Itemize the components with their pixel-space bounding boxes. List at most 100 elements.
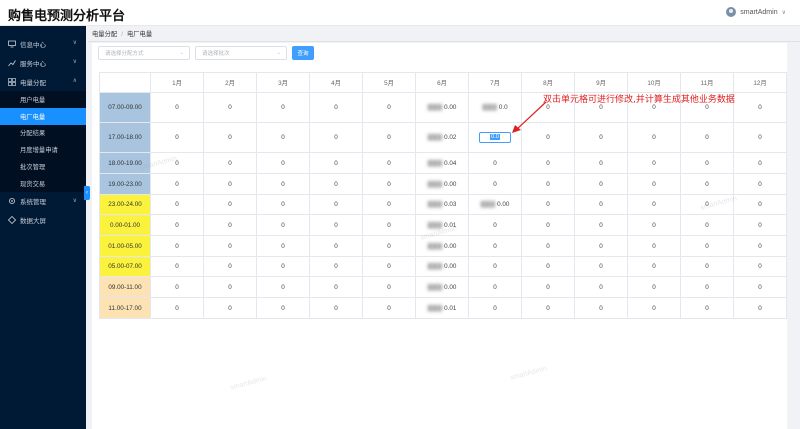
table-cell[interactable]: 0	[680, 235, 734, 257]
table-cell[interactable]: 0	[574, 235, 628, 257]
table-cell[interactable]: 0	[733, 235, 787, 257]
table-cell[interactable]: 0	[150, 214, 204, 236]
table-cell[interactable]: 0	[203, 256, 257, 277]
table-cell[interactable]: 0	[150, 173, 204, 195]
table-cell[interactable]: 0	[627, 173, 681, 195]
search-button[interactable]: 查询	[292, 46, 314, 60]
table-cell[interactable]: 0	[362, 152, 416, 174]
table-cell[interactable]: 0	[680, 152, 734, 174]
table-cell[interactable]: 0	[627, 194, 681, 215]
table-cell[interactable]: 0	[468, 152, 522, 174]
table-cell[interactable]: 0	[468, 214, 522, 236]
table-cell[interactable]: 0	[362, 122, 416, 153]
table-cell[interactable]: 0	[309, 194, 363, 215]
table-cell[interactable]: 0	[680, 256, 734, 277]
table-cell[interactable]: 0	[680, 173, 734, 195]
sidebar-sub-monthly-increment[interactable]: 月度增量申请	[0, 141, 86, 159]
table-cell[interactable]: 0	[574, 256, 628, 277]
table-cell[interactable]: 0	[150, 297, 204, 319]
table-cell[interactable]: 0	[627, 235, 681, 257]
table-cell[interactable]: 0	[150, 92, 204, 123]
table-cell[interactable]: 0	[309, 214, 363, 236]
table-cell[interactable]: 0	[574, 297, 628, 319]
table-cell[interactable]: 0	[521, 214, 575, 236]
table-cell[interactable]: 0	[256, 152, 310, 174]
table-cell[interactable]: ▇▇▇ 0.04	[415, 152, 469, 174]
table-cell[interactable]: 0	[521, 276, 575, 298]
table-cell[interactable]: 0	[150, 122, 204, 153]
table-cell[interactable]: 0	[574, 276, 628, 298]
table-cell[interactable]: 0	[256, 297, 310, 319]
table-cell[interactable]: 0	[256, 173, 310, 195]
table-cell[interactable]: 0	[680, 276, 734, 298]
table-cell[interactable]: 0	[362, 173, 416, 195]
table-cell[interactable]: 0	[680, 214, 734, 236]
sidebar-sub-user-power[interactable]: 用户电量	[0, 91, 86, 108]
table-cell[interactable]: 0	[574, 173, 628, 195]
table-cell[interactable]: 0	[521, 256, 575, 277]
table-cell[interactable]: 0	[203, 235, 257, 257]
table-cell[interactable]: 0	[680, 122, 734, 153]
table-cell[interactable]: 0	[627, 256, 681, 277]
table-cell[interactable]: 0	[309, 92, 363, 123]
table-cell[interactable]: 0	[309, 256, 363, 277]
table-cell[interactable]: 0	[309, 173, 363, 195]
table-cell[interactable]: ▇▇▇ 0.00	[415, 276, 469, 298]
table-cell[interactable]: 0	[362, 92, 416, 123]
sidebar-collapse-toggle[interactable]: ‹	[84, 186, 90, 200]
table-cell[interactable]: 0	[203, 122, 257, 153]
batch-select[interactable]: 请选择批次 ⌄	[195, 46, 287, 60]
table-cell[interactable]: 0	[150, 276, 204, 298]
table-cell[interactable]: 0	[733, 276, 787, 298]
user-menu[interactable]: smartAdmin ∨	[726, 7, 786, 17]
table-cell[interactable]: 0	[309, 152, 363, 174]
table-cell[interactable]: 0	[256, 92, 310, 123]
table-cell[interactable]: 0	[627, 152, 681, 174]
table-cell[interactable]: 0	[733, 214, 787, 236]
table-cell[interactable]: 0	[574, 152, 628, 174]
table-cell[interactable]: 0	[362, 214, 416, 236]
table-cell[interactable]: 0	[309, 122, 363, 153]
table-cell[interactable]: 0	[150, 235, 204, 257]
table-cell[interactable]: 0	[468, 276, 522, 298]
table-cell[interactable]: 0	[733, 152, 787, 174]
table-cell[interactable]: 0	[627, 214, 681, 236]
table-cell[interactable]: 0	[362, 256, 416, 277]
table-cell[interactable]: ▇▇▇ 0.03	[415, 194, 469, 215]
table-cell[interactable]: 0	[203, 152, 257, 174]
table-cell[interactable]: 0	[256, 276, 310, 298]
table-cell[interactable]: 0	[521, 194, 575, 215]
table-cell[interactable]: 0	[733, 194, 787, 215]
sidebar-item-system-management[interactable]: 系统管理 ∨	[0, 192, 86, 211]
allocation-method-select[interactable]: 请选择分配方式 ⌄	[98, 46, 190, 60]
table-cell[interactable]: 0	[256, 235, 310, 257]
table-cell[interactable]: 0	[203, 173, 257, 195]
table-cell[interactable]: 0	[203, 276, 257, 298]
sidebar-sub-allocation-result[interactable]: 分配结果	[0, 124, 86, 142]
table-cell[interactable]: 0	[150, 256, 204, 277]
table-cell[interactable]: 0	[468, 235, 522, 257]
table-cell[interactable]: 0	[733, 92, 787, 123]
table-cell[interactable]: 0	[309, 235, 363, 257]
table-cell[interactable]: 0	[256, 214, 310, 236]
sidebar-item-power-allocation[interactable]: 电量分配 ∧	[0, 72, 86, 91]
table-cell[interactable]: 0	[256, 194, 310, 215]
table-cell[interactable]: 0	[574, 122, 628, 153]
table-cell[interactable]: 0	[362, 235, 416, 257]
table-cell[interactable]: 0	[468, 256, 522, 277]
table-cell[interactable]: 0	[627, 276, 681, 298]
table-cell[interactable]: 0	[203, 214, 257, 236]
table-cell[interactable]: 0	[362, 194, 416, 215]
table-cell[interactable]: 0	[309, 276, 363, 298]
table-cell[interactable]: 0	[203, 194, 257, 215]
table-cell[interactable]: 0	[150, 194, 204, 215]
table-cell[interactable]: ▇▇▇ 0.00	[415, 256, 469, 277]
table-cell[interactable]: 0	[309, 297, 363, 319]
sidebar-item-info-center[interactable]: 信息中心 ∨	[0, 34, 86, 53]
breadcrumb-item[interactable]: 电量分配	[92, 31, 117, 38]
sidebar-item-service-center[interactable]: 服务中心 ∨	[0, 53, 86, 72]
table-cell[interactable]: 0	[733, 297, 787, 319]
sidebar-sub-spot-trading[interactable]: 现货交易	[0, 174, 86, 192]
table-cell[interactable]: 0	[468, 173, 522, 195]
table-cell[interactable]: 0	[362, 276, 416, 298]
